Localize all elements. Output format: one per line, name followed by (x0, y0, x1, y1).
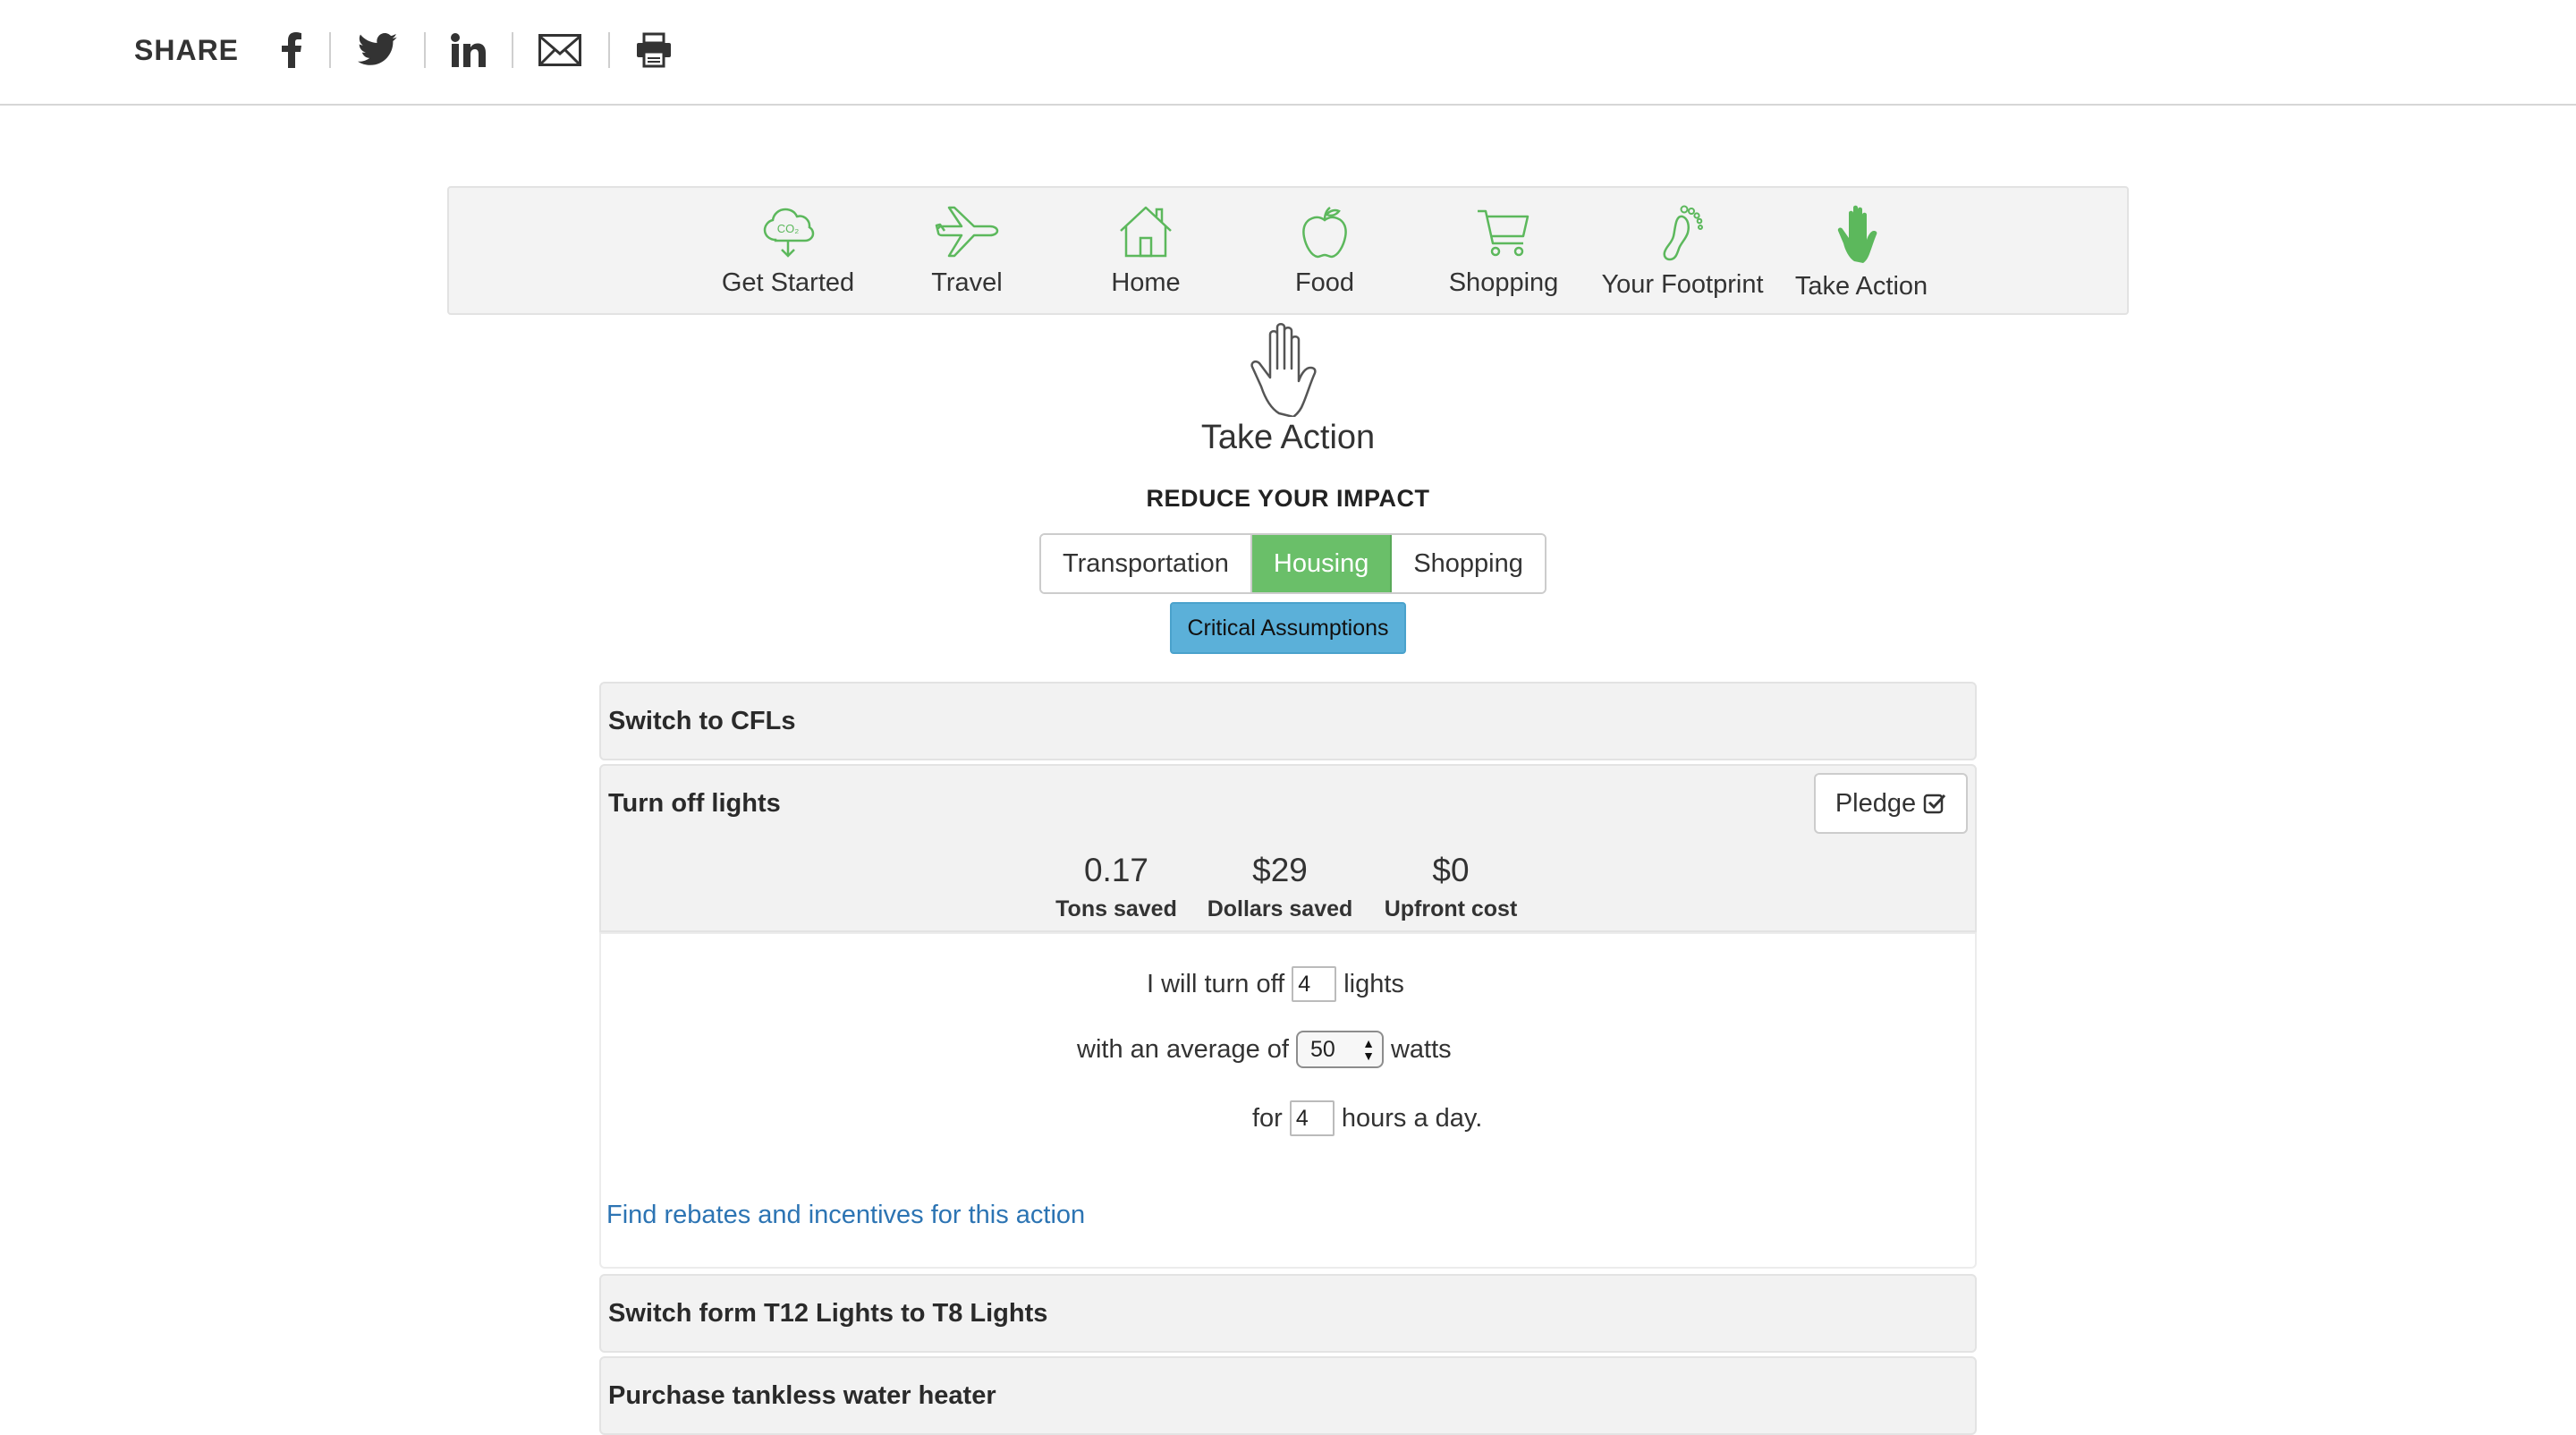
hours-input[interactable]: 4 (1289, 1100, 1335, 1136)
lights-count-input[interactable]: 4 (1292, 966, 1337, 1002)
watts-value: 50 (1309, 1036, 1335, 1062)
watts-row: with an average of 50 ▲ ▼ watts (1077, 1031, 1452, 1068)
tab-shopping[interactable]: Shopping (1392, 535, 1545, 592)
section-heading: REDUCE YOUR IMPACT (1146, 485, 1430, 512)
nav-label: Shopping (1448, 268, 1559, 297)
stat-upfront-cost: $0 Upfront cost (1383, 852, 1519, 922)
hand-outline-icon (1250, 323, 1317, 417)
nav-home[interactable]: Home (1056, 204, 1235, 311)
category-tabs: Transportation Housing Shopping (1039, 533, 1546, 594)
footprint-icon (1663, 205, 1703, 261)
action-title: Purchase tankless water heater (608, 1381, 996, 1410)
action-switch-cfls[interactable]: Switch to CFLs (599, 682, 1977, 760)
stat-dollars-saved: $29 Dollars saved (1206, 852, 1354, 922)
nav-label: Your Footprint (1601, 270, 1764, 299)
action-turn-off-lights[interactable]: Turn off lights Pledge 0.17 Tons saved $… (599, 764, 1977, 932)
stat-label: Dollars saved (1207, 896, 1353, 921)
share-label: SHARE (134, 34, 240, 66)
rebates-link[interactable]: Find rebates and incentives for this act… (606, 1201, 1085, 1230)
apple-icon (1302, 207, 1347, 259)
stat-value: $0 (1432, 852, 1470, 888)
nav-label: Food (1294, 268, 1355, 297)
share-divider (512, 32, 513, 68)
stat-label: Tons saved (1055, 896, 1177, 921)
tab-housing[interactable]: Housing (1251, 535, 1393, 592)
nav-label: Get Started (721, 268, 855, 297)
nav-take-action[interactable]: Take Action (1772, 204, 1951, 311)
action-detail-panel: I will turn off 4 lights with an average… (599, 932, 1977, 1269)
nav-shopping[interactable]: Shopping (1414, 204, 1593, 311)
pledge-label: Pledge (1835, 788, 1917, 818)
check-square-icon (1923, 794, 1946, 814)
svg-text:CO₂: CO₂ (777, 222, 800, 235)
email-icon[interactable] (538, 27, 581, 73)
stat-value: 0.17 (1083, 852, 1148, 888)
house-icon (1120, 206, 1172, 258)
share-divider (329, 32, 331, 68)
row-label: hours a day. (1341, 1103, 1483, 1133)
hours-row: for 4 hours a day. (1252, 1100, 1482, 1136)
share-divider (608, 32, 610, 68)
row-label: with an average of (1077, 1034, 1289, 1064)
row-label: I will turn off (1147, 969, 1285, 998)
tab-transportation[interactable]: Transportation (1041, 535, 1252, 592)
airplane-icon (935, 206, 999, 258)
print-icon[interactable] (635, 27, 673, 73)
nav-label: Home (1111, 268, 1181, 297)
stat-label: Upfront cost (1384, 896, 1518, 921)
cart-icon (1478, 209, 1530, 257)
nav-get-started[interactable]: CO₂ Get Started (699, 204, 877, 311)
twitter-icon[interactable] (358, 27, 397, 73)
critical-assumptions-button[interactable]: Critical Assumptions (1170, 602, 1406, 654)
nav-label: Travel (931, 268, 1003, 297)
linkedin-icon[interactable] (451, 27, 487, 73)
action-title: Switch to CFLs (608, 707, 796, 735)
action-title: Switch form T12 Lights to T8 Lights (608, 1299, 1048, 1328)
calculator-nav: CO₂ Get Started Travel Home Food Shoppin… (447, 186, 2129, 315)
share-divider (424, 32, 426, 68)
stat-tons-saved: 0.17 Tons saved (1054, 852, 1179, 922)
co2-cloud-icon: CO₂ (763, 208, 815, 258)
row-label: for (1252, 1103, 1283, 1133)
row-label: watts (1390, 1034, 1452, 1064)
action-title: Turn off lights (608, 789, 781, 818)
nav-travel[interactable]: Travel (877, 204, 1056, 311)
row-label: lights (1343, 969, 1404, 998)
action-tankless-water-heater[interactable]: Purchase tankless water heater (599, 1356, 1977, 1435)
nav-food[interactable]: Food (1235, 204, 1414, 311)
nav-label: Take Action (1794, 272, 1928, 301)
page-title: Take Action (1200, 419, 1376, 456)
lights-count-row: I will turn off 4 lights (1147, 966, 1404, 1002)
facebook-icon[interactable] (281, 27, 302, 73)
hand-icon (1837, 205, 1877, 263)
watts-select[interactable]: 50 ▲ ▼ (1295, 1031, 1384, 1068)
nav-your-footprint[interactable]: Your Footprint (1593, 204, 1772, 311)
action-switch-t12-t8[interactable]: Switch form T12 Lights to T8 Lights (599, 1274, 1977, 1353)
select-arrows-icon: ▲ ▼ (1362, 1036, 1375, 1063)
pledge-button[interactable]: Pledge (1814, 773, 1968, 834)
share-bar: SHARE (0, 0, 2576, 106)
stat-value: $29 (1252, 852, 1308, 888)
